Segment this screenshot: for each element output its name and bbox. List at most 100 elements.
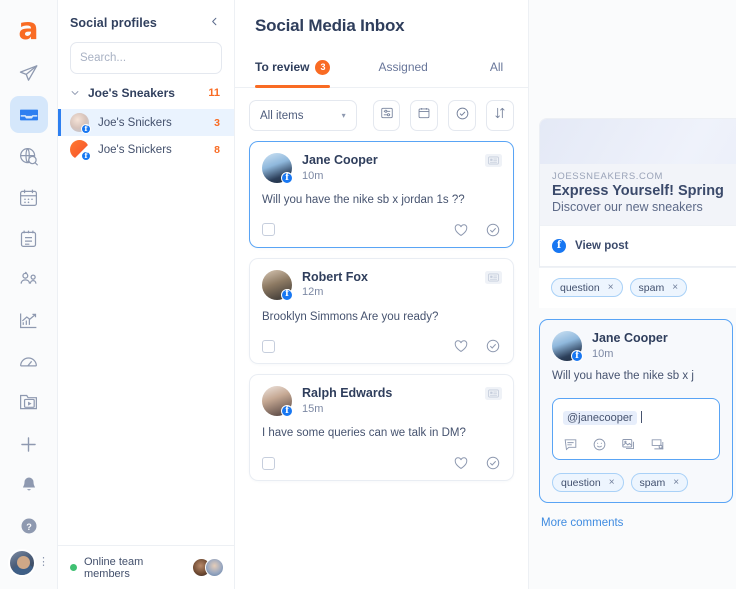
page-title: Social profiles [70, 16, 157, 30]
page-title: Social Media Inbox [255, 16, 405, 35]
comment-detail-card[interactable]: f Jane Cooper 10m Will you have the nike… [539, 319, 733, 503]
collapse-panel-button[interactable] [209, 14, 220, 32]
rail-item-notifications[interactable] [10, 467, 48, 504]
facebook-icon: f [81, 151, 91, 161]
search-box[interactable] [70, 42, 246, 74]
message-card[interactable]: f Ralph Edwards 15m I have some queries … [249, 374, 514, 482]
reply-input-row[interactable]: @janecooper [563, 408, 709, 426]
rail-item-analytics[interactable] [10, 302, 48, 339]
rail-item-team[interactable] [10, 261, 48, 298]
mark-done-icon[interactable] [485, 338, 501, 354]
message-header: f Ralph Edwards 15m [262, 386, 501, 418]
items-filter-select[interactable]: All items ▾ [249, 100, 357, 131]
status-icon [455, 106, 470, 126]
select-message-checkbox[interactable] [262, 339, 275, 353]
online-team-members-bar[interactable]: Online team members [58, 545, 234, 589]
mark-done-icon[interactable] [485, 222, 501, 238]
message-author: Ralph Edwards [302, 386, 393, 401]
more-comments-link[interactable]: More comments [541, 517, 736, 529]
app-logo-letter: a [18, 11, 39, 47]
profile-avatar: f [70, 113, 91, 134]
comment-type-icon [485, 387, 502, 401]
rail-user-menu[interactable]: ⋮ [8, 548, 49, 577]
remove-tag-icon[interactable]: × [608, 282, 614, 293]
search-input[interactable] [80, 52, 234, 64]
profile-name: Joe's Snickers [98, 116, 172, 129]
saved-replies-icon[interactable] [563, 437, 578, 452]
more-options-icon[interactable]: ⋮ [38, 557, 49, 568]
reply-composer[interactable]: @janecooper [552, 398, 720, 460]
facebook-icon: f [552, 239, 566, 253]
emoji-icon[interactable] [592, 437, 607, 452]
image-icon[interactable] [621, 437, 636, 452]
view-post-link[interactable]: f View post [540, 225, 736, 266]
profile-group-name: Joe's Sneakers [88, 86, 175, 100]
filters-button[interactable] [372, 100, 401, 131]
rail-item-performance[interactable] [10, 343, 48, 380]
app-logo[interactable]: a [9, 10, 49, 49]
message-author: Robert Fox [302, 269, 368, 284]
like-icon[interactable] [453, 222, 469, 238]
rail-item-calendar[interactable] [10, 179, 48, 216]
tab-assigned[interactable]: Assigned [378, 47, 427, 87]
like-icon[interactable] [453, 455, 469, 471]
comment-tags: question × spam × [552, 473, 720, 492]
message-text: Will you have the nike sb x jordan 1s ?? [262, 194, 465, 206]
calendar-icon [18, 187, 39, 208]
like-icon[interactable] [453, 338, 469, 354]
profile-group-joes-sneakers[interactable]: Joe's Sneakers 11 [58, 74, 234, 109]
tag-question[interactable]: question × [552, 473, 624, 492]
sort-button[interactable] [486, 100, 515, 131]
comment-type-icon [485, 270, 502, 284]
add-icon [18, 434, 39, 455]
profile-item-1[interactable]: f Joe's Snickers 8 [58, 136, 234, 163]
select-message-checkbox[interactable] [262, 223, 275, 237]
avatar [205, 558, 224, 577]
rail-item-media-library[interactable] [10, 384, 48, 421]
team-icon [18, 268, 40, 290]
rail-item-monitoring[interactable] [10, 137, 48, 174]
media-library-icon [18, 392, 39, 413]
tab-all[interactable]: All [490, 47, 503, 87]
tag-label: spam [638, 281, 665, 294]
link-subhead: Discover our new sneakers [552, 200, 703, 214]
rail-item-add[interactable] [10, 426, 48, 463]
reply-toolbar [563, 437, 709, 452]
mark-done-icon[interactable] [485, 455, 501, 471]
tag-label: spam [639, 476, 666, 489]
remove-tag-icon[interactable]: × [673, 477, 679, 488]
profile-name: Joe's Snickers [98, 143, 172, 156]
message-list: f Jane Cooper 10m Will you have the nike… [235, 141, 528, 589]
online-status-dot [70, 564, 77, 571]
rail-item-inbox[interactable] [9, 96, 48, 134]
remove-tag-icon[interactable]: × [609, 477, 615, 488]
date-range-button[interactable] [410, 100, 439, 131]
rail-item-publish[interactable] [10, 55, 48, 92]
message-card[interactable]: f Jane Cooper 10m Will you have the nike… [249, 141, 514, 248]
rail-item-tasks[interactable] [10, 220, 48, 257]
message-card[interactable]: f Robert Fox 12m Brooklyn Simmons Are yo… [249, 257, 514, 365]
comment-author: Jane Cooper [592, 331, 668, 345]
team-avatars[interactable] [192, 558, 224, 577]
online-team-members-label: Online team members [84, 555, 144, 580]
select-message-checkbox[interactable] [262, 456, 275, 470]
rail-item-help[interactable]: ? [10, 508, 48, 545]
remove-tag-icon[interactable]: × [672, 282, 678, 293]
message-author-block: Ralph Edwards 15m [302, 386, 392, 415]
tag-question[interactable]: question × [551, 278, 623, 297]
message-avatar: f [262, 386, 293, 418]
gif-icon[interactable] [650, 437, 665, 452]
link-preview-card[interactable]: JOESSNEAKERS.COM Express Yourself! Sprin… [539, 118, 736, 267]
tab-badge: 3 [315, 59, 331, 75]
profile-item-0[interactable]: f Joe's Snickers 3 [58, 109, 234, 136]
facebook-icon: f [281, 288, 293, 301]
tab-label: To review [255, 60, 310, 74]
tab-to-review[interactable]: To review 3 [255, 47, 331, 88]
tag-spam[interactable]: spam × [629, 278, 688, 297]
status-button[interactable] [448, 100, 477, 131]
profile-avatar: f [70, 140, 91, 161]
mention-chip[interactable]: @janecooper [563, 411, 637, 425]
svg-text:?: ? [26, 522, 32, 532]
message-text: Brooklyn Simmons Are you ready? [262, 310, 439, 323]
tag-spam[interactable]: spam × [630, 473, 689, 492]
